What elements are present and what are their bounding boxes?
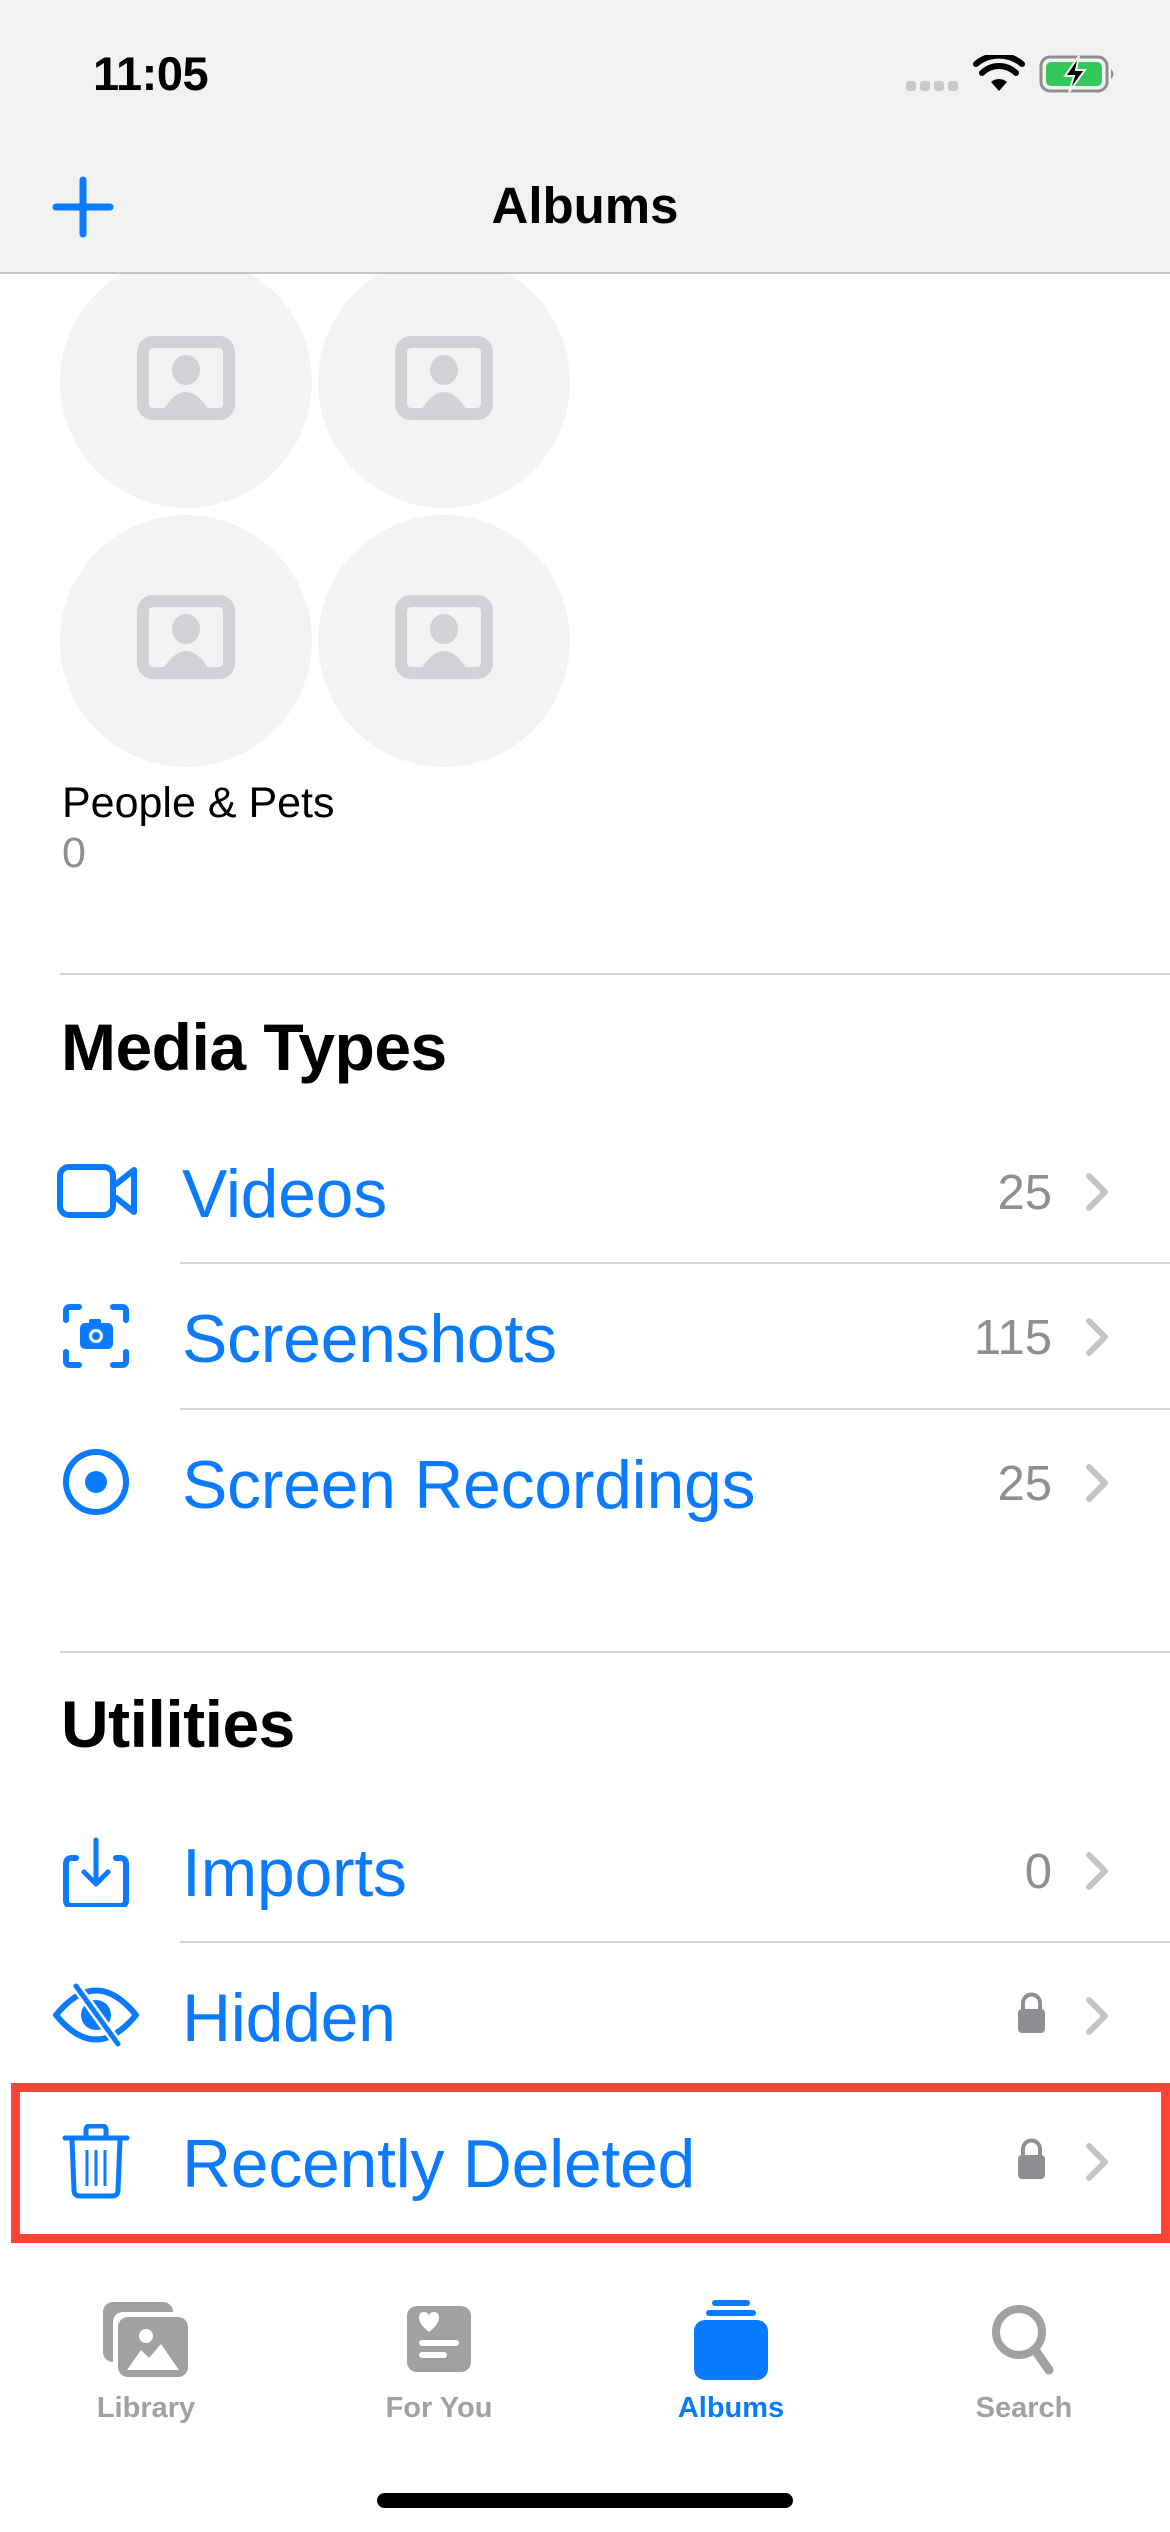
face-placeholder[interactable] — [60, 515, 312, 767]
wifi-icon — [973, 55, 1025, 91]
record-icon — [63, 1449, 129, 1515]
lock-icon — [1018, 1992, 1045, 2033]
person-crop-rectangle-icon — [137, 336, 235, 420]
battery-charging-icon — [1039, 55, 1114, 93]
row-label: Hidden — [182, 1980, 396, 2056]
status-time: 11:05 — [93, 47, 209, 100]
search-icon — [992, 2305, 1054, 2375]
tab-albums[interactable]: Albums — [585, 2250, 877, 2450]
person-crop-rectangle-icon — [395, 595, 493, 679]
row-count: 25 — [997, 1457, 1052, 1511]
tab-for-you[interactable]: For You — [293, 2250, 585, 2450]
albums-icon — [694, 2300, 768, 2380]
for-you-icon — [407, 2306, 471, 2372]
chevron-right-icon — [1086, 1997, 1108, 2035]
media-row-videos[interactable]: Videos 25 — [0, 1118, 1170, 1263]
page-title: Albums — [491, 177, 679, 234]
people-pets-label: People & Pets — [62, 779, 335, 827]
cellular-signal-icon — [906, 81, 958, 91]
tab-label: Library — [96, 2392, 196, 2424]
row-label: Screenshots — [182, 1301, 557, 1377]
utility-row-recently-deleted[interactable]: Recently Deleted — [0, 2088, 1170, 2233]
home-indicator[interactable] — [377, 2493, 793, 2508]
row-count: 0 — [1024, 1845, 1052, 1899]
row-label: Videos — [182, 1156, 387, 1232]
navigation-header: 11:05 Albums — [0, 0, 1170, 274]
row-label: Recently Deleted — [182, 2126, 696, 2202]
face-placeholder[interactable] — [60, 256, 312, 508]
utility-row-imports[interactable]: Imports 0 — [0, 1797, 1170, 1942]
chevron-right-icon — [1086, 1173, 1108, 1211]
chevron-right-icon — [1086, 1318, 1108, 1356]
face-placeholder[interactable] — [318, 515, 570, 767]
face-placeholder[interactable] — [318, 256, 570, 508]
tab-label: For You — [385, 2392, 493, 2424]
tab-library[interactable]: Library — [0, 2250, 292, 2450]
section-divider — [60, 973, 1170, 975]
import-icon — [63, 1837, 129, 1907]
tab-label: Albums — [677, 2392, 785, 2424]
section-divider — [60, 1651, 1170, 1653]
row-count: 115 — [973, 1311, 1052, 1365]
video-icon — [57, 1164, 137, 1218]
row-label: Imports — [182, 1835, 407, 1911]
lock-icon — [1018, 2138, 1045, 2179]
media-row-screenshots[interactable]: Screenshots 115 — [0, 1263, 1170, 1408]
media-types-heading: Media Types — [61, 1010, 447, 1084]
tab-search[interactable]: Search — [878, 2250, 1170, 2450]
row-count: 25 — [997, 1166, 1052, 1220]
chevron-right-icon — [1086, 2143, 1108, 2181]
screenshot-icon — [63, 1304, 129, 1368]
utilities-heading: Utilities — [61, 1687, 295, 1761]
photo-library-icon — [103, 2302, 189, 2378]
row-label: Screen Recordings — [182, 1447, 756, 1523]
utility-row-hidden[interactable]: Hidden — [0, 1942, 1170, 2087]
trash-icon — [62, 2124, 130, 2199]
tab-label: Search — [975, 2392, 1073, 2424]
people-pets-count: 0 — [62, 829, 86, 877]
person-crop-rectangle-icon — [137, 595, 235, 679]
media-row-screen-recordings[interactable]: Screen Recordings 25 — [0, 1409, 1170, 1554]
chevron-right-icon — [1086, 1852, 1108, 1890]
person-crop-rectangle-icon — [395, 336, 493, 420]
chevron-right-icon — [1086, 1464, 1108, 1502]
tab-bar: Library For You Albums Search — [0, 2250, 1170, 2532]
eye-slash-icon — [53, 1983, 139, 2047]
